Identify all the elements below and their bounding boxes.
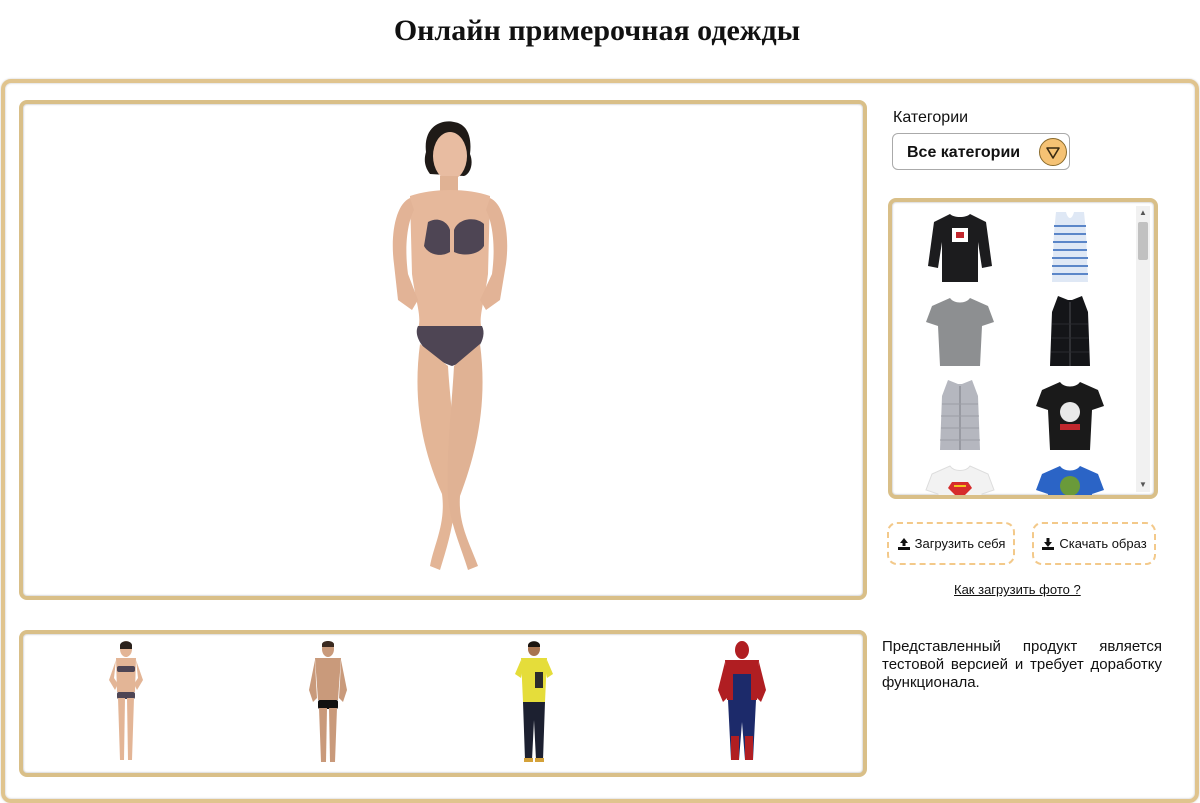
model-woman-thumb[interactable] xyxy=(101,640,151,766)
model-man-thumb[interactable] xyxy=(303,640,353,766)
fitting-stage[interactable] xyxy=(19,100,867,600)
download-icon xyxy=(1042,537,1055,550)
catalog-item-black-vest[interactable] xyxy=(1030,290,1110,370)
how-to-upload-link[interactable]: Как загрузить фото ? xyxy=(954,582,1081,597)
catalog-item-black-print-tshirt[interactable] xyxy=(1030,374,1110,454)
catalog-item-striped-tank-top[interactable] xyxy=(1030,206,1110,286)
upload-icon xyxy=(897,537,910,550)
clothing-catalog: ▲ ▼ xyxy=(888,198,1158,499)
catalog-item-grey-vest[interactable] xyxy=(920,374,1000,454)
model-spiderman-thumb[interactable] xyxy=(715,640,769,766)
catalog-item-white-superman-tshirt[interactable] xyxy=(920,458,1000,499)
upload-self-button[interactable]: Загрузить себя xyxy=(887,522,1015,565)
model-boy-thumb[interactable] xyxy=(509,640,559,766)
test-version-notice: Представленный продукт является тестовой… xyxy=(882,638,1162,691)
page-title: Онлайн примерочная одежды xyxy=(393,14,801,47)
download-button-label: Скачать образ xyxy=(1059,536,1147,551)
category-selected-value: Все категории xyxy=(907,144,1021,161)
catalog-item-black-sweatshirt[interactable] xyxy=(920,206,1000,286)
catalog-scrollbar[interactable]: ▲ ▼ xyxy=(1136,206,1150,492)
scroll-down-arrow-icon[interactable]: ▼ xyxy=(1136,478,1150,492)
scroll-thumb[interactable] xyxy=(1138,222,1148,260)
catalog-item-blue-print-tshirt[interactable] xyxy=(1030,458,1110,499)
upload-button-label: Загрузить себя xyxy=(914,536,1006,551)
main-model-image xyxy=(392,121,508,570)
category-dropdown[interactable]: Все категории xyxy=(892,133,1070,170)
scroll-up-arrow-icon[interactable]: ▲ xyxy=(1136,206,1150,220)
categories-label: Категории xyxy=(893,109,969,126)
catalog-item-grey-tshirt[interactable] xyxy=(920,290,1000,370)
model-selector xyxy=(19,630,867,777)
download-outfit-button[interactable]: Скачать образ xyxy=(1032,522,1156,565)
chevron-down-icon[interactable] xyxy=(1039,138,1067,166)
